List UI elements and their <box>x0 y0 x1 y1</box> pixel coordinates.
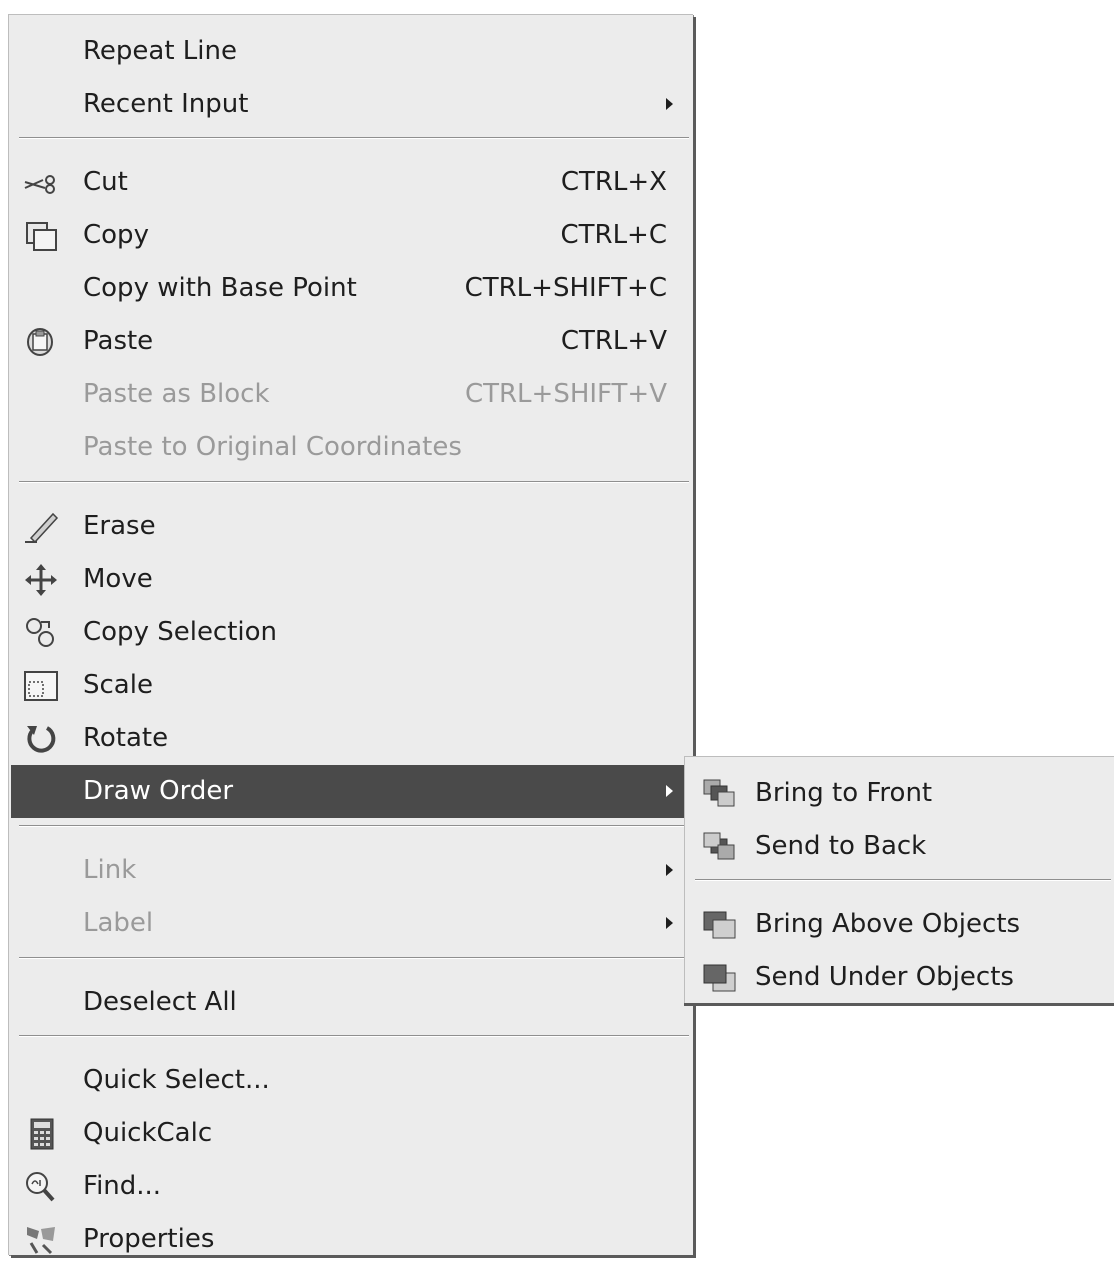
menu-item-label: Properties <box>83 1224 215 1254</box>
menu-item-label: Rotate <box>83 723 169 753</box>
rotate-icon <box>27 726 56 753</box>
submenu-item-bring-to-front[interactable]: Bring to Front <box>687 767 1113 820</box>
menu-item-paste-to-original-coordinates[interactable]: Paste to Original Coordinates <box>11 421 691 474</box>
menu-item-label: Move <box>83 564 153 594</box>
submenu-arrow-icon <box>666 917 673 929</box>
menu-separator <box>19 481 689 483</box>
menu-item-shortcut: CTRL+SHIFT+V <box>464 379 667 409</box>
menu-item-draw-order[interactable]: Draw Order <box>11 765 691 818</box>
menu-item-deselect-all[interactable]: Deselect All <box>11 976 691 1029</box>
menu-item-label: Scale <box>83 670 153 700</box>
menu-item-copy[interactable]: Copy CTRL+C <box>11 209 691 262</box>
menu-item-label: Link <box>83 855 137 885</box>
menu-item-shortcut: CTRL+SHIFT+C <box>464 273 667 303</box>
menu-item-shortcut: CTRL+X <box>560 167 667 197</box>
menu-item-label: Repeat Line <box>83 36 237 66</box>
menu-item-find[interactable]: Find... <box>11 1160 691 1213</box>
move-arrows-icon <box>25 564 57 596</box>
submenu-separator <box>695 879 1111 881</box>
submenu-item-send-under-objects[interactable]: Send Under Objects <box>687 951 1113 1004</box>
menu-item-quickcalc[interactable]: QuickCalc <box>11 1107 691 1160</box>
menu-item-label: Label <box>83 908 154 938</box>
menu-item-label: Copy <box>83 220 149 250</box>
calculator-icon <box>30 1118 54 1150</box>
menu-item-cut[interactable]: Cut CTRL+X <box>11 156 691 209</box>
copy-selection-icon <box>26 618 54 647</box>
menu-item-label: Copy with Base Point <box>83 273 357 303</box>
menu-item-label: Find... <box>83 1171 162 1201</box>
eraser-icon <box>25 512 59 544</box>
menu-item-paste-as-block[interactable]: Paste as Block CTRL+SHIFT+V <box>11 368 691 421</box>
menu-item-label: Paste to Original Coordinates <box>83 432 462 462</box>
menu-separator <box>19 137 689 139</box>
menu-item-quick-select[interactable]: Quick Select... <box>11 1054 691 1107</box>
draw-order-submenu: Bring to Front Send to Back Bring Above … <box>684 756 1114 1003</box>
menu-item-label: Recent Input <box>83 89 249 119</box>
bring-above-objects-icon <box>703 911 736 939</box>
scissors-icon <box>24 175 55 194</box>
menu-item-label: Deselect All <box>83 987 237 1017</box>
menu-item-properties[interactable]: Properties <box>11 1213 691 1266</box>
menu-item-label: QuickCalc <box>83 1118 213 1148</box>
menu-item-repeat-line[interactable]: Repeat Line <box>11 25 691 78</box>
menu-item-erase[interactable]: Erase <box>11 500 691 553</box>
menu-item-rotate[interactable]: Rotate <box>11 712 691 765</box>
menu-item-label: Paste <box>83 326 154 356</box>
menu-item-link[interactable]: Link <box>11 844 691 897</box>
menu-item-copy-selection[interactable]: Copy Selection <box>11 606 691 659</box>
find-icon <box>26 1172 55 1202</box>
submenu-arrow-icon <box>666 98 673 110</box>
menu-item-move[interactable]: Move <box>11 553 691 606</box>
menu-separator <box>19 1035 689 1037</box>
menu-item-label[interactable]: Label <box>11 897 691 950</box>
menu-item-copy-with-base-point[interactable]: Copy with Base Point CTRL+SHIFT+C <box>11 262 691 315</box>
send-under-objects-icon <box>703 964 736 992</box>
menu-item-label: Cut <box>83 167 128 197</box>
menu-item-label: Copy Selection <box>83 617 278 647</box>
properties-icon <box>27 1227 55 1255</box>
submenu-item-label: Send to Back <box>755 831 927 861</box>
menu-item-shortcut: CTRL+V <box>560 326 667 356</box>
menu-separator <box>19 825 689 827</box>
menu-item-label: Erase <box>83 511 156 541</box>
submenu-arrow-icon <box>666 864 673 876</box>
menu-separator <box>19 957 689 959</box>
bring-to-front-icon <box>703 779 735 807</box>
copy-icon <box>26 222 57 251</box>
paste-icon <box>27 328 53 356</box>
menu-item-recent-input[interactable]: Recent Input <box>11 78 691 131</box>
submenu-item-label: Bring to Front <box>755 778 933 808</box>
submenu-arrow-icon <box>666 785 673 797</box>
submenu-item-label: Send Under Objects <box>755 962 1014 992</box>
scale-icon <box>24 671 58 701</box>
menu-item-label: Quick Select... <box>83 1065 270 1095</box>
submenu-item-send-to-back[interactable]: Send to Back <box>687 820 1113 873</box>
menu-item-shortcut: CTRL+C <box>560 220 667 250</box>
menu-item-label: Paste as Block <box>83 379 270 409</box>
send-to-back-icon <box>703 832 735 860</box>
menu-item-label: Draw Order <box>83 776 234 806</box>
menu-item-scale[interactable]: Scale <box>11 659 691 712</box>
context-menu: Repeat Line Recent Input Cut CTRL+X Copy… <box>8 14 693 1255</box>
submenu-item-label: Bring Above Objects <box>755 909 1021 939</box>
menu-item-paste[interactable]: Paste CTRL+V <box>11 315 691 368</box>
submenu-item-bring-above-objects[interactable]: Bring Above Objects <box>687 898 1113 951</box>
